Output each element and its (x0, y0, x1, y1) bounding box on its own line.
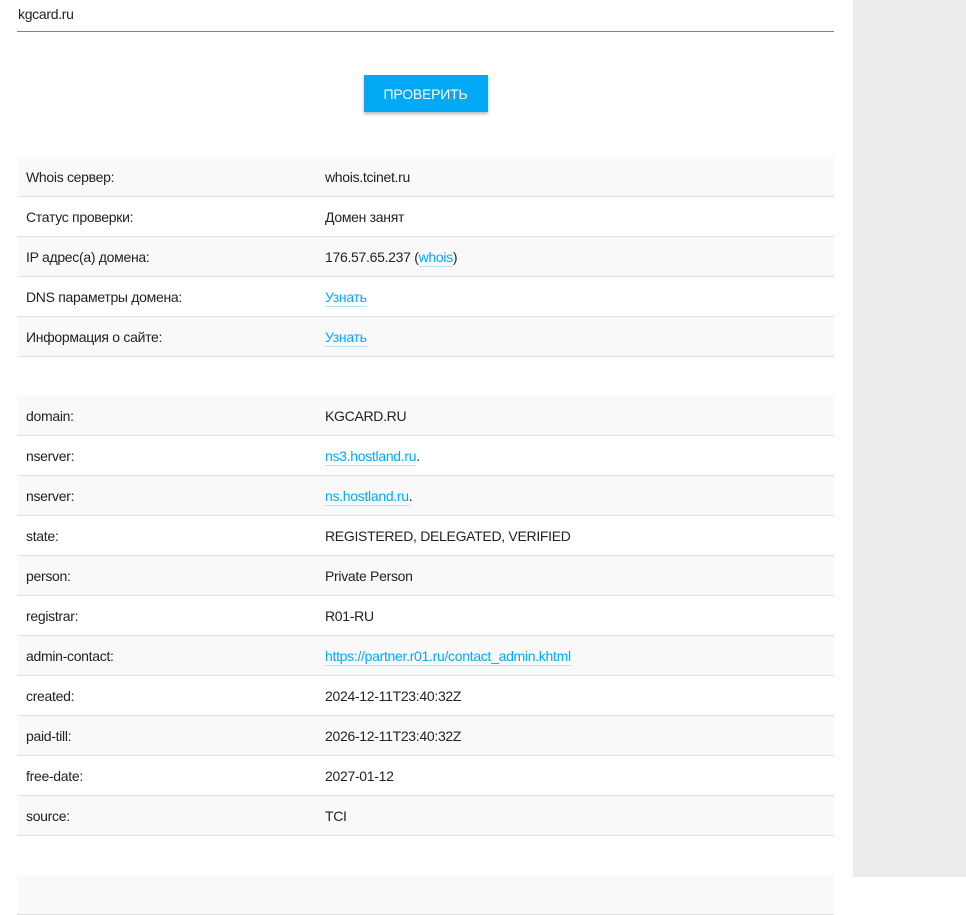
row-value: R01-RU (325, 595, 834, 636)
value-text: TCI (325, 807, 347, 824)
row-label: nserver: (17, 435, 325, 476)
value-text: 2027-01-12 (325, 767, 394, 784)
row-label: source: (17, 795, 325, 836)
summary-table: Whois сервер: whois.tcinet.ru Статус прове… (17, 157, 834, 357)
row-value: 2026-12-11T23:40:32Z (325, 715, 834, 756)
table-row: state: REGISTERED, DELEGATED, VERIFIED (17, 515, 834, 556)
value-text: whois.tcinet.ru (325, 168, 410, 185)
value-text: Private Person (325, 567, 413, 584)
table-row: nserver: ns3.hostland.ru. (17, 435, 834, 476)
table-row: person: Private Person (17, 555, 834, 596)
row-label: person: (17, 555, 325, 596)
row-value: Private Person (325, 555, 834, 596)
row-value: KGCARD.RU (325, 396, 834, 436)
value-link[interactable]: Узнать (325, 288, 367, 307)
row-label: Статус проверки: (17, 196, 325, 237)
row-value: ns.hostland.ru. (325, 475, 834, 516)
value-text: Домен занят (325, 208, 405, 225)
row-label: nserver: (17, 475, 325, 516)
empty-cell (17, 875, 834, 915)
main-content: ПРОВЕРИТЬ Whois сервер:whois.tcinet.ruСт… (17, 0, 834, 915)
row-value: REGISTERED, DELEGATED, VERIFIED (325, 515, 834, 556)
value-link[interactable]: ns.hostland.ru (325, 487, 409, 506)
value-link[interactable]: https://partner.r01.ru/contact_admin.kht… (325, 647, 571, 666)
check-button[interactable]: ПРОВЕРИТЬ (363, 75, 488, 112)
table-row: Статус проверки: Домен занят (17, 196, 834, 237)
value-text: KGCARD.RU (325, 407, 407, 424)
row-label: domain: (17, 396, 325, 436)
row-value: 2024-12-11T23:40:32Z (325, 675, 834, 716)
value-text: . (416, 447, 420, 464)
value-text: 2024-12-11T23:40:32Z (325, 687, 462, 704)
row-label: created: (17, 675, 325, 716)
row-value: Домен занят (325, 196, 834, 237)
row-label: Whois сервер: (17, 157, 325, 197)
table-row: admin-contact: https://partner.r01.ru/con… (17, 635, 834, 676)
row-label: paid-till: (17, 715, 325, 756)
domain-input[interactable] (17, 0, 834, 32)
table-row (17, 875, 834, 915)
table-row: registrar: R01-RU (17, 595, 834, 636)
row-value: https://partner.r01.ru/contact_admin.kht… (325, 635, 834, 676)
row-value: Узнать (325, 316, 834, 357)
row-label: free-date: (17, 755, 325, 796)
value-text: ) (452, 248, 458, 265)
value-text: 2026-12-11T23:40:32Z (325, 727, 462, 744)
row-label: IP адрес(а) домена: (17, 236, 325, 277)
row-label: Информация о сайте: (17, 316, 325, 357)
row-value: Узнать (325, 276, 834, 317)
value-text: REGISTERED, DELEGATED, VERIFIED (325, 527, 571, 544)
row-value: whois.tcinet.ru (325, 157, 834, 197)
table-row: paid-till: 2026-12-11T23:40:32Z (17, 715, 834, 756)
value-link[interactable]: Узнать (325, 328, 367, 347)
value-link[interactable]: whois (418, 248, 453, 267)
table-row: source: TCI (17, 795, 834, 836)
whois-table: domain: KGCARD.RU nserver: ns3.hostland.ru.… (17, 396, 834, 836)
table-row: nserver: ns.hostland.ru. (17, 475, 834, 516)
row-label: admin-contact: (17, 635, 325, 676)
table-row: Информация о сайте: Узнать (17, 316, 834, 357)
right-sidebar (853, 0, 966, 877)
row-value: 176.57.65.237 (whois) (325, 236, 834, 277)
table-row: DNS параметры домена: Узнать (17, 276, 834, 317)
table-row: domain: KGCARD.RU (17, 396, 834, 436)
value-text: . (408, 487, 413, 504)
next-table (17, 875, 834, 915)
row-label: state: (17, 515, 325, 556)
button-container: ПРОВЕРИТЬ (17, 75, 834, 112)
row-label: DNS параметры домена: (17, 276, 325, 317)
row-value: ns3.hostland.ru. (325, 435, 834, 476)
row-value: TCI (325, 795, 834, 836)
row-label: registrar: (17, 595, 325, 636)
table-row: IP адрес(а) домена: 176.57.65.237 (whois) (17, 236, 834, 277)
value-link[interactable]: ns3.hostland.ru (325, 447, 417, 466)
row-value: 2027-01-12 (325, 755, 834, 796)
value-text: 176.57.65.237 ( (325, 248, 419, 265)
table-row: Whois сервер: whois.tcinet.ru (17, 157, 834, 197)
table-row: created: 2024-12-11T23:40:32Z (17, 675, 834, 716)
value-text: R01-RU (325, 607, 374, 624)
table-row: free-date: 2027-01-12 (17, 755, 834, 796)
